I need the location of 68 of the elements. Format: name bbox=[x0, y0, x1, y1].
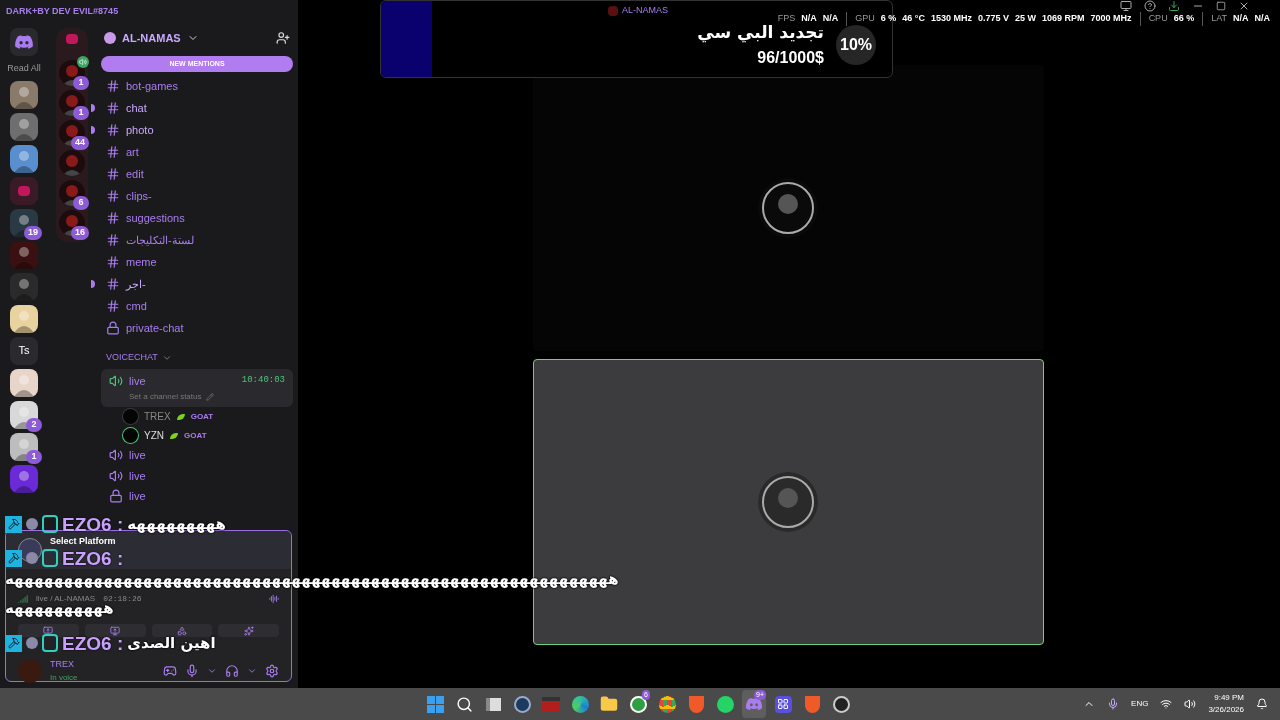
goal-percent: 10% bbox=[836, 25, 876, 65]
channel-link[interactable]: clips- bbox=[126, 187, 152, 205]
folder-group[interactable]: 1 1 44 6 16 bbox=[56, 28, 88, 242]
activity-text: Select Platform bbox=[50, 537, 116, 546]
theme-label: DARK+BY DEV EVIL#8745 bbox=[6, 5, 119, 19]
stat-label: CPU bbox=[1148, 12, 1168, 25]
member-tag: GOAT bbox=[190, 410, 214, 423]
goal-amount: 96/1000$ bbox=[757, 47, 824, 68]
stat-value: 1069 RPM bbox=[1042, 12, 1085, 25]
chat-author: EZO6 : bbox=[62, 514, 124, 534]
count-badge: 1 bbox=[73, 106, 89, 120]
channel-name: live bbox=[129, 448, 146, 463]
stat-value: 46 °C bbox=[902, 12, 925, 25]
count-badge: 6 bbox=[73, 196, 89, 210]
window-title: AL-NAMAS bbox=[622, 4, 668, 17]
count-badge: 44 bbox=[71, 136, 89, 150]
stat-value: N/A bbox=[822, 12, 839, 25]
server-icon[interactable]: Ts bbox=[10, 336, 38, 365]
channel-link[interactable]: meme bbox=[126, 253, 157, 271]
stat-value: N/A bbox=[1233, 12, 1249, 25]
channel-link[interactable]: bot-games bbox=[126, 77, 178, 95]
channel-link[interactable]: اجر- bbox=[126, 275, 146, 293]
language-indicator[interactable]: ENG bbox=[1131, 698, 1149, 710]
chat-message: اهين الصدى bbox=[127, 635, 216, 651]
voice-channel[interactable]: live bbox=[101, 465, 293, 486]
member-name[interactable]: TREX bbox=[144, 409, 171, 424]
channel-name: live bbox=[129, 468, 146, 484]
clock-time[interactable]: 9:49 PM bbox=[1214, 692, 1244, 704]
stat-value: 6 % bbox=[880, 12, 897, 25]
chat-message: ههههههههههه bbox=[5, 601, 114, 616]
channel-link[interactable]: edit bbox=[126, 165, 144, 183]
category-label[interactable]: VOICECHAT bbox=[106, 351, 158, 365]
stat-value: 25 W bbox=[1015, 12, 1037, 25]
channel-link[interactable]: suggestions bbox=[126, 209, 185, 227]
member-tag: GOAT bbox=[184, 429, 207, 442]
stat-value: N/A bbox=[1254, 12, 1270, 25]
chat-author: EZO6 : bbox=[62, 633, 124, 653]
channel-link[interactable]: photo bbox=[126, 121, 154, 139]
channel-link[interactable]: لستة-التكليجات bbox=[126, 231, 194, 249]
chat-message: هههههههههه bbox=[127, 516, 226, 532]
stat-value: 66 % bbox=[1173, 12, 1195, 25]
voice-channel-path[interactable]: live / AL-NAMAS bbox=[36, 595, 96, 603]
voice-channel[interactable]: live bbox=[101, 445, 293, 466]
call-timer: 10:40:03 bbox=[241, 374, 285, 387]
member-name[interactable]: YZN bbox=[144, 428, 164, 443]
voice-status: In voice bbox=[50, 671, 78, 684]
channel-status: Set a channel status bbox=[129, 391, 202, 403]
chat-author: EZO6 : bbox=[62, 548, 124, 568]
count-badge: 16 bbox=[71, 226, 89, 240]
channel-name: live bbox=[129, 373, 146, 389]
voice-channel[interactable]: live 10:40:03 Set a channel status bbox=[101, 368, 293, 407]
channel-link[interactable]: art bbox=[126, 143, 139, 161]
channel-link[interactable]: private-chat bbox=[126, 319, 184, 337]
channel-link[interactable]: cmd bbox=[126, 297, 147, 315]
stat-value: 7000 MHz bbox=[1090, 12, 1132, 25]
voice-channel[interactable]: live bbox=[101, 486, 293, 507]
read-all-button[interactable]: Read All bbox=[7, 62, 41, 76]
call-duration: 02:18:26 bbox=[103, 595, 142, 603]
stat-value: 0.775 V bbox=[978, 12, 1010, 25]
channel-link[interactable]: chat bbox=[126, 99, 147, 117]
clock-date[interactable]: 3/26/2026 bbox=[1208, 704, 1244, 716]
stat-label: GPU bbox=[855, 12, 875, 25]
stat-value: 1530 MHz bbox=[931, 12, 972, 25]
server-name[interactable]: AL-NAMAS bbox=[122, 29, 181, 47]
channel-name: live bbox=[129, 489, 146, 504]
username: TREX bbox=[50, 658, 75, 672]
stat-label: LAT bbox=[1211, 12, 1227, 25]
count-badge: 1 bbox=[73, 76, 89, 90]
